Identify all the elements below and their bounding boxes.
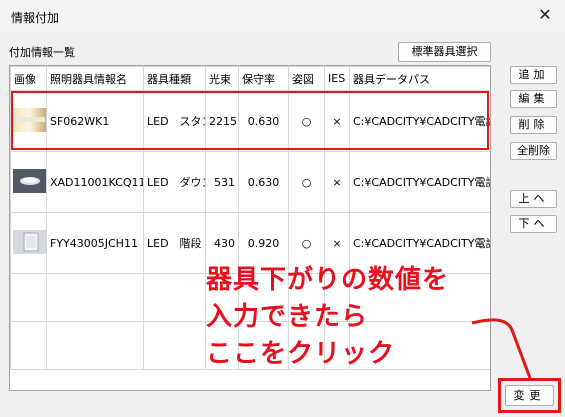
column-header-image[interactable]: 画像	[10, 66, 47, 91]
standard-fixture-select-button[interactable]: 標準器具選択	[398, 42, 491, 62]
annotation-line-2: 入力できたら	[206, 302, 369, 332]
stair-light-icon	[13, 229, 46, 254]
data-path: C:¥CADCITY¥CADCITY電設	[349, 151, 490, 213]
table-header-row: 画像 照明器具情報名 器具種類 光束 保守率 姿図 IES 器具データパス	[10, 66, 490, 91]
close-icon[interactable]: ✕	[535, 5, 555, 25]
delete-button[interactable]: 削除	[510, 116, 557, 134]
thumbnail-cell	[10, 212, 47, 274]
annotation-line-3: ここをクリック	[206, 339, 396, 369]
fixture-type: LED ダウン	[143, 151, 206, 213]
downlight-icon	[13, 168, 46, 193]
maintenance-factor: 0.630	[238, 151, 289, 213]
edit-button[interactable]: 編集	[510, 90, 557, 108]
title-bar: 情報付加 ✕	[0, 0, 565, 32]
column-header-figure[interactable]: 姿図	[288, 66, 325, 91]
column-header-type[interactable]: 器具種類	[143, 66, 206, 91]
delete-all-button[interactable]: 全削除	[510, 142, 557, 160]
luminous-flux: 531	[205, 151, 239, 213]
fixture-name: XAD11001KCQ11	[46, 151, 144, 213]
move-down-button[interactable]: 下へ	[510, 215, 557, 233]
figure-flag: ○	[288, 151, 325, 213]
column-header-maintenance[interactable]: 保守率	[238, 66, 289, 91]
column-header-ies[interactable]: IES	[324, 66, 350, 91]
fixture-type: LED 階段	[143, 212, 206, 274]
column-header-path[interactable]: 器具データパス	[349, 66, 490, 91]
move-up-button[interactable]: 上へ	[510, 190, 557, 208]
window-title: 情報付加	[11, 11, 60, 25]
table-row[interactable]: XAD11001KCQ11 LED ダウン 531 0.630 ○ × C:¥C…	[10, 151, 490, 213]
thumbnail-cell	[10, 151, 47, 213]
column-header-name[interactable]: 照明器具情報名	[46, 66, 144, 91]
ies-flag: ×	[324, 151, 350, 213]
change-button[interactable]: 変更	[505, 385, 554, 406]
column-header-flux[interactable]: 光束	[205, 66, 239, 91]
instruction-annotation: 器具下がりの数値を 入力できたら ここをクリック	[206, 262, 449, 373]
annotation-line-1: 器具下がりの数値を	[206, 265, 450, 295]
list-label: 付加情報一覧	[9, 46, 75, 59]
add-button[interactable]: 追加	[510, 66, 557, 84]
fixture-name: FYY43005JCH11	[46, 212, 144, 274]
row-highlight-box	[11, 91, 489, 150]
